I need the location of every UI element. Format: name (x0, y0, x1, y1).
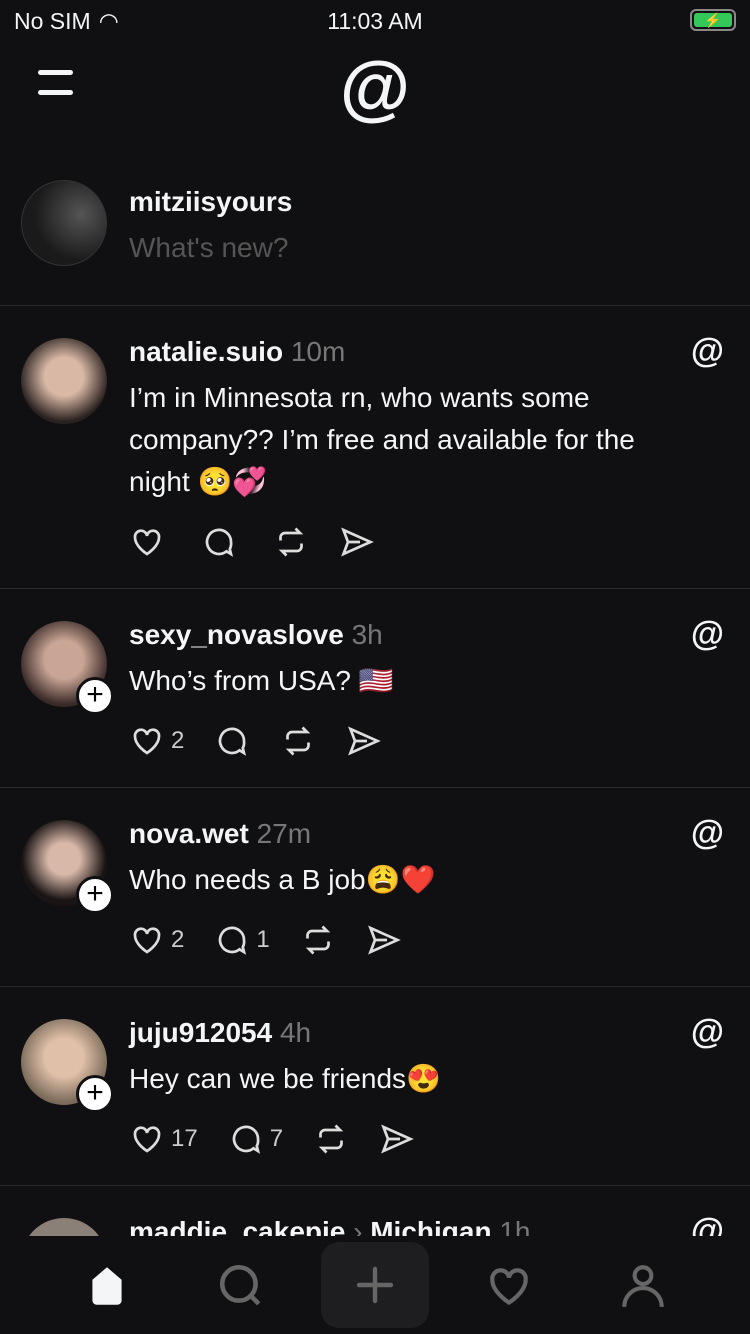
repost-button[interactable] (300, 922, 336, 958)
follow-button[interactable]: + (76, 1075, 114, 1113)
like-count: 2 (171, 926, 185, 953)
composer-username: mitziisyours (129, 186, 293, 217)
like-button[interactable]: 2 (129, 723, 184, 759)
send-icon (366, 922, 402, 958)
repost-icon (313, 1121, 349, 1157)
repost-button[interactable] (280, 723, 316, 759)
timestamp: 10m (290, 336, 346, 367)
tab-bar (0, 1236, 750, 1334)
share-button[interactable] (339, 524, 375, 560)
avatar[interactable] (21, 338, 107, 424)
tab-profile[interactable] (608, 1256, 678, 1316)
share-button[interactable] (346, 723, 382, 759)
like-button[interactable] (129, 524, 171, 560)
follow-button[interactable]: + (76, 677, 114, 715)
tab-home[interactable] (72, 1256, 142, 1316)
reply-icon (228, 1121, 264, 1157)
send-icon (339, 524, 375, 560)
post-header: nova.wet 27m (129, 818, 311, 850)
battery-icon: ⚡ (690, 9, 736, 31)
post[interactable]: + sexy_novaslove 3h @ Who’s from USA? 🇺🇸… (0, 589, 750, 788)
post-header: juju912054 4h (129, 1017, 311, 1049)
timestamp: 3h (351, 619, 383, 650)
composer-input[interactable]: What's new? (129, 232, 288, 264)
plus-icon (356, 1266, 394, 1304)
reply-button[interactable]: 1 (214, 922, 270, 958)
heart-icon (129, 723, 165, 759)
reply-button[interactable] (201, 524, 243, 560)
post-text: Who needs a B job😩❤️ (129, 864, 436, 895)
heart-icon (129, 922, 165, 958)
home-icon (92, 1267, 122, 1305)
follow-button[interactable]: + (76, 876, 114, 914)
composer[interactable]: mitziisyours What's new? (0, 180, 750, 306)
new-thread-button[interactable] (321, 1242, 429, 1328)
post-header: maddie_cakepie › Michigan 1h (129, 1216, 531, 1236)
heart-icon (129, 524, 165, 560)
post-text: I’m in Minnesota rn, who wants some comp… (129, 382, 635, 497)
post-header: sexy_novaslove 3h (129, 619, 383, 651)
post[interactable]: + juju912054 4h @ Hey can we be friends😍… (0, 987, 750, 1186)
post-header: natalie.suio 10m (129, 336, 345, 368)
username[interactable]: nova.wet (129, 818, 249, 849)
send-icon (346, 723, 382, 759)
timestamp: 4h (279, 1017, 312, 1048)
timestamp: 27m (256, 818, 312, 849)
post[interactable]: maddie_cakepie › Michigan 1h @ (0, 1186, 750, 1236)
like-button[interactable]: 2 (129, 922, 184, 958)
repost-button[interactable] (313, 1121, 349, 1157)
post[interactable]: natalie.suio 10m @ I’m in Minnesota rn, … (0, 306, 750, 589)
share-button[interactable] (366, 922, 402, 958)
heart-icon (129, 1121, 165, 1157)
like-button[interactable]: 17 (129, 1121, 198, 1157)
repost-icon (280, 723, 316, 759)
post-text: Hey can we be friends😍 (129, 1063, 441, 1094)
reply-count: 7 (269, 1125, 284, 1152)
post-text: Who’s from USA? 🇺🇸 (129, 665, 394, 696)
reply-icon (214, 723, 250, 759)
location[interactable]: Michigan (370, 1216, 491, 1236)
repost-button[interactable] (273, 524, 309, 560)
repost-icon (273, 524, 309, 560)
like-count: 17 (171, 1125, 198, 1152)
username[interactable]: natalie.suio (129, 336, 283, 367)
username[interactable]: sexy_novaslove (129, 619, 344, 650)
threads-icon: @ (690, 814, 724, 852)
reply-button[interactable]: 7 (228, 1121, 283, 1157)
threads-logo[interactable]: @ (0, 48, 750, 128)
repost-icon (300, 922, 336, 958)
search-icon (219, 1264, 261, 1306)
avatar[interactable] (21, 180, 107, 266)
clock: 11:03 AM (327, 8, 423, 34)
avatar[interactable] (21, 1218, 107, 1236)
share-button[interactable] (379, 1121, 415, 1157)
timestamp: 1h (499, 1216, 531, 1236)
profile-icon (622, 1265, 664, 1307)
reply-icon (201, 524, 237, 560)
status-bar: No SIM ◠ 11:03 AM ⚡ (0, 0, 750, 44)
threads-icon: @ (690, 332, 724, 370)
tab-search[interactable] (206, 1256, 276, 1316)
reply-count: 1 (256, 926, 270, 953)
threads-icon: @ (690, 1212, 724, 1236)
post[interactable]: + nova.wet 27m @ Who needs a B job😩❤️ 2 … (0, 788, 750, 987)
send-icon (379, 1121, 415, 1157)
heart-icon (490, 1268, 528, 1306)
reply-button[interactable] (214, 723, 250, 759)
threads-icon: @ (690, 1013, 724, 1051)
threads-icon: @ (690, 615, 724, 653)
reply-icon (214, 922, 250, 958)
like-count: 2 (171, 727, 185, 754)
tab-activity[interactable] (474, 1256, 544, 1316)
username[interactable]: juju912054 (129, 1017, 272, 1048)
username[interactable]: maddie_cakepie (129, 1216, 345, 1236)
